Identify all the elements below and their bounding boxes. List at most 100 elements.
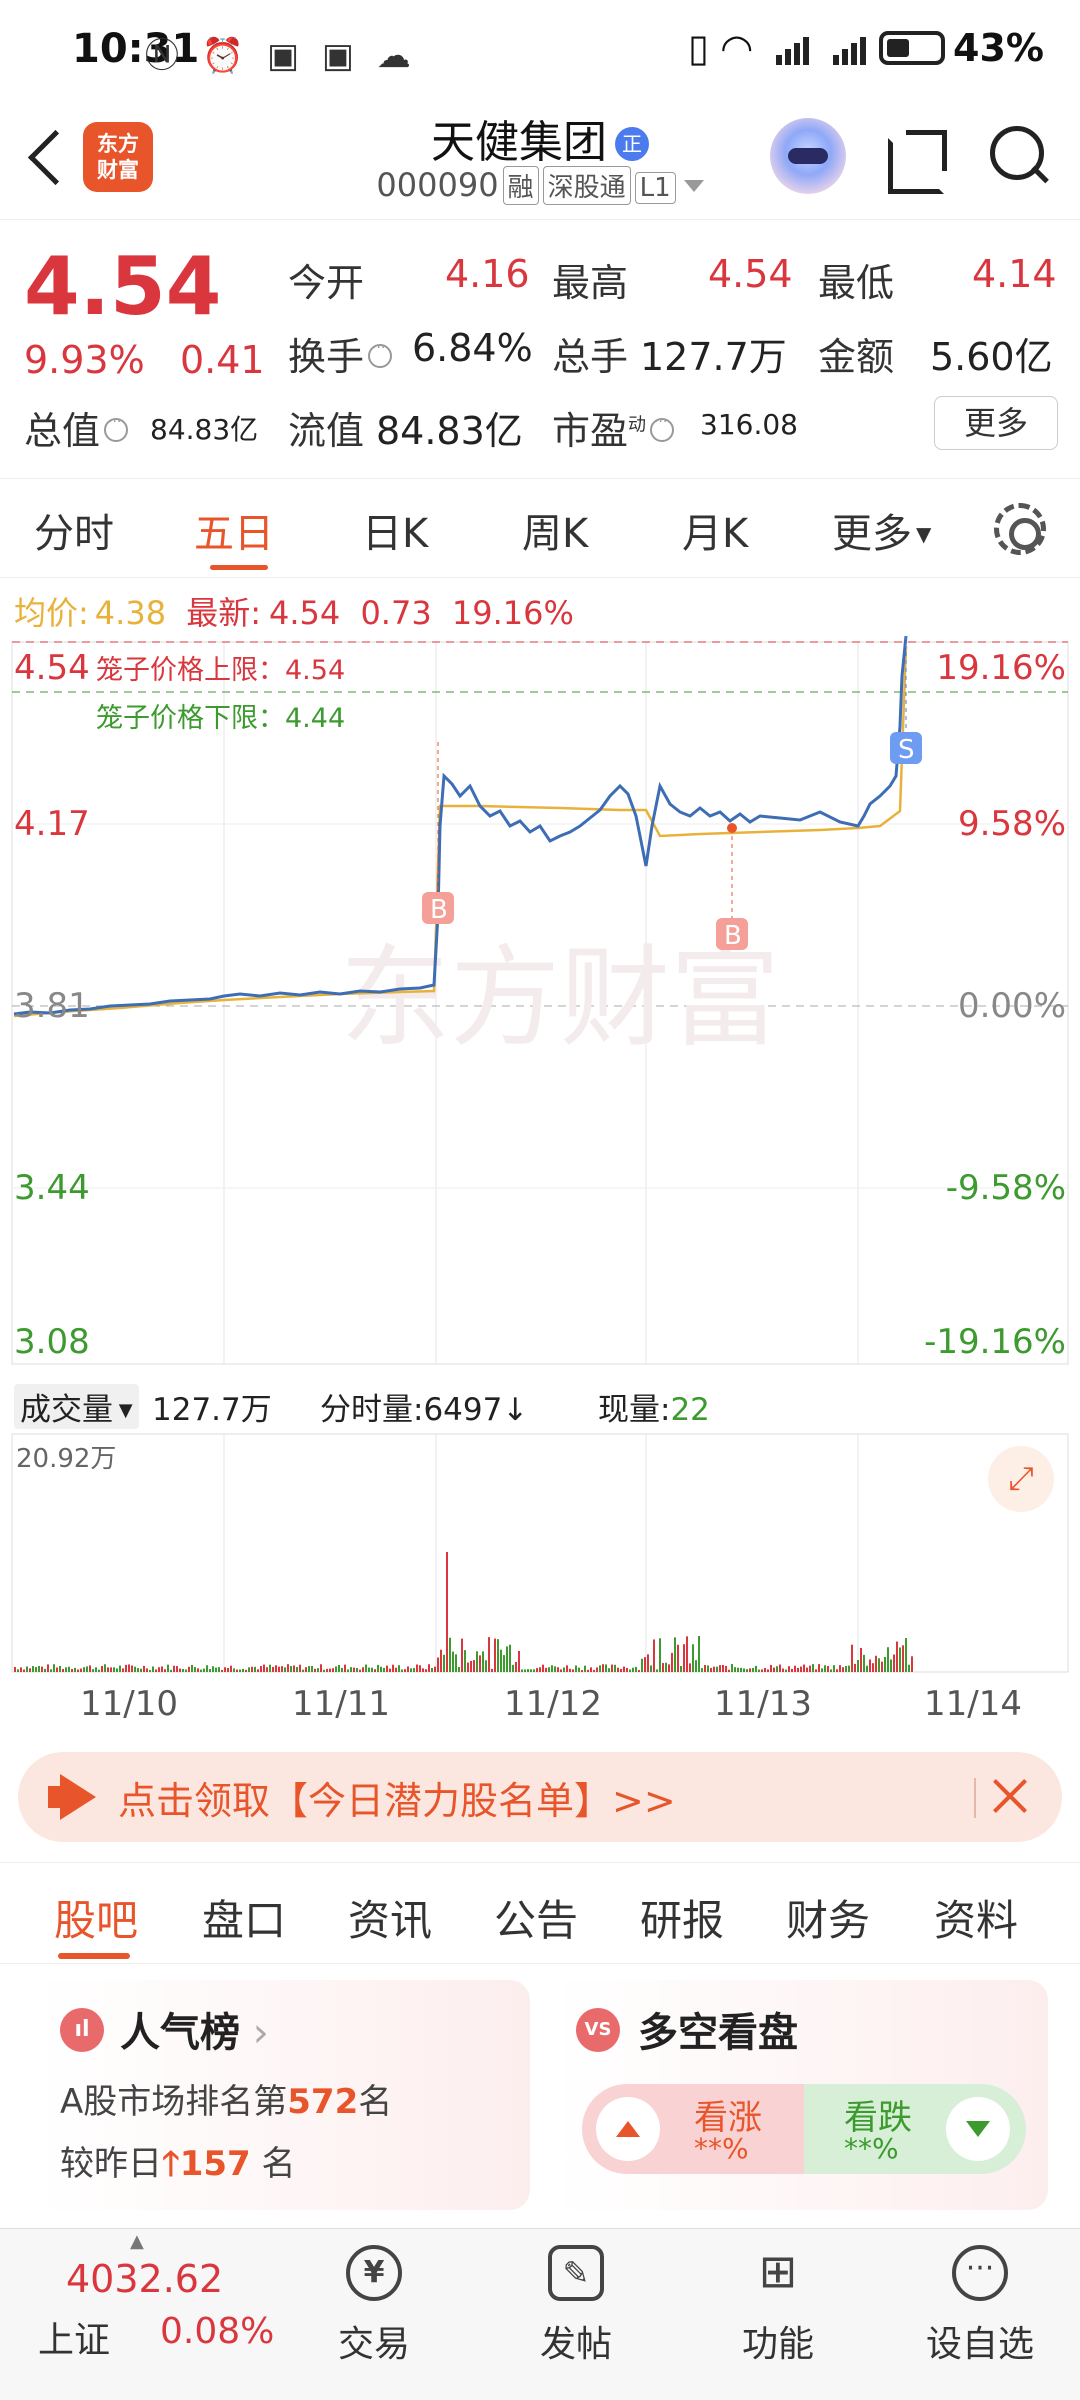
- volume-selector[interactable]: 成交量 ▼: [14, 1384, 139, 1429]
- volume-bar: [749, 1668, 751, 1672]
- nav-post[interactable]: ✎ 发帖: [516, 2245, 636, 2367]
- battery-level: 43%: [953, 26, 1044, 70]
- volume-bar: [218, 1667, 220, 1672]
- volume-bar: [410, 1668, 412, 1672]
- buy-marker[interactable]: B: [422, 742, 454, 925]
- tab-intraday[interactable]: 分时: [34, 501, 114, 559]
- volume-bar: [35, 1667, 37, 1672]
- assistant-robot-icon[interactable]: [770, 118, 846, 194]
- tab-weekly-k[interactable]: 周K: [522, 501, 588, 559]
- info-icon[interactable]: [104, 410, 129, 442]
- more-button[interactable]: 更多: [934, 396, 1058, 450]
- volume-bar: [212, 1666, 214, 1672]
- nav-functions[interactable]: ⊞ 功能: [718, 2245, 838, 2367]
- y-right-4: -9.58%: [945, 1168, 1066, 1208]
- volume-bar: [371, 1667, 373, 1672]
- volume-bar: [611, 1664, 613, 1672]
- volume-bar: [887, 1647, 889, 1672]
- volume-bar: [347, 1669, 349, 1672]
- volume-bar: [824, 1665, 826, 1672]
- amount-value: 5.60亿: [930, 335, 1053, 379]
- volume-bar: [140, 1668, 142, 1672]
- volume-bar: [488, 1637, 490, 1672]
- volume-bar: [638, 1669, 640, 1672]
- bear-button[interactable]: 看跌 **%: [804, 2084, 1026, 2174]
- sentiment-title: 多空看盘: [638, 2010, 798, 2056]
- banner-text[interactable]: 点击领取【今日潜力股名单】>>: [118, 1770, 676, 1825]
- volume-bar: [98, 1669, 100, 1672]
- volume-bar: [872, 1663, 874, 1672]
- index-value[interactable]: 4032.62: [66, 2257, 223, 2301]
- tab-five-day[interactable]: 五日: [194, 501, 274, 559]
- tab-research[interactable]: 研报: [640, 1887, 724, 1948]
- svg-text:S: S: [898, 735, 915, 765]
- caret-down-icon: ▼: [916, 522, 932, 546]
- price-chart[interactable]: 东方财富 B B S 4.54 笼子价格上限：4.54 笼子价格下限：4.44 …: [0, 635, 1080, 1372]
- volume-bar: [47, 1664, 49, 1672]
- volume-bar: [53, 1664, 55, 1672]
- nav-trade-label: 交易: [337, 2324, 410, 2365]
- tab-orderbook[interactable]: 盘口: [202, 1887, 286, 1948]
- share-icon[interactable]: [888, 128, 947, 194]
- caret-up-icon[interactable]: ▲: [130, 2231, 144, 2252]
- volume-bar: [110, 1667, 112, 1672]
- volume-bar: [95, 1667, 97, 1672]
- tab-monthly-k[interactable]: 月K: [682, 501, 748, 559]
- volume-bar: [788, 1666, 790, 1672]
- index-change[interactable]: 0.08%: [160, 2311, 274, 2352]
- index-name[interactable]: 上证: [38, 2311, 110, 2363]
- volume-label: 总手: [552, 335, 629, 379]
- chevron-down-icon: [683, 180, 704, 192]
- popularity-card[interactable]: ıl 人气榜 › A股市场排名第572名 较昨日🡑157 名: [36, 1980, 530, 2210]
- bull-button[interactable]: 看涨 **%: [582, 2084, 804, 2174]
- volume-bar: [827, 1666, 829, 1672]
- volume-chart[interactable]: 20.92万 ⤢: [0, 1430, 1080, 1676]
- volume-bar: [464, 1650, 466, 1672]
- info-icon[interactable]: [650, 410, 675, 442]
- search-icon[interactable]: [990, 126, 1050, 186]
- volume-bar: [701, 1668, 703, 1672]
- volume-bars: [14, 1552, 913, 1672]
- volume-value: 127.7万: [640, 335, 787, 379]
- level-tag: L1: [634, 172, 676, 204]
- bull-value: **%: [694, 2132, 749, 2165]
- volume-bar: [269, 1664, 271, 1672]
- volume-bar: [863, 1654, 865, 1672]
- tab-more[interactable]: 更多 ▼: [832, 501, 931, 559]
- y-right-top: 19.16%: [936, 648, 1066, 688]
- volume-bar: [338, 1665, 340, 1672]
- close-icon[interactable]: [988, 1774, 1032, 1818]
- volume-bar: [761, 1669, 763, 1672]
- tab-news[interactable]: 资讯: [348, 1887, 432, 1948]
- nav-trade[interactable]: ¥ 交易: [314, 2245, 434, 2367]
- volume-bar: [743, 1668, 745, 1672]
- tab-announcements[interactable]: 公告: [494, 1887, 578, 1948]
- volume-bar: [575, 1665, 577, 1672]
- sell-marker[interactable]: S: [890, 636, 922, 765]
- tab-profile[interactable]: 资料: [934, 1887, 1018, 1948]
- info-icon[interactable]: [368, 336, 393, 368]
- volume-bar: [815, 1669, 817, 1672]
- volume-bar: [323, 1669, 325, 1672]
- volume-bar: [44, 1668, 46, 1672]
- volume-bar: [839, 1665, 841, 1672]
- nav-watchlist[interactable]: ··· 设自选: [920, 2245, 1040, 2367]
- volume-bar: [224, 1667, 226, 1672]
- promo-banner[interactable]: 点击领取【今日潜力股名单】>>: [18, 1752, 1062, 1842]
- tab-daily-k[interactable]: 日K: [362, 501, 428, 559]
- volume-bar: [554, 1666, 556, 1672]
- tab-forum[interactable]: 股吧: [54, 1887, 138, 1948]
- volume-bar: [146, 1668, 148, 1672]
- volume-bar: [641, 1658, 643, 1672]
- gear-icon[interactable]: [994, 503, 1046, 555]
- volume-bar: [614, 1664, 616, 1672]
- tab-financials[interactable]: 财务: [786, 1887, 870, 1948]
- mktcap-value: 84.83亿: [150, 413, 259, 446]
- volume-bar: [329, 1668, 331, 1672]
- volume-bar: [365, 1664, 367, 1672]
- volume-bar: [740, 1667, 742, 1672]
- buy-marker[interactable]: B: [716, 823, 748, 951]
- low-label: 最低: [818, 261, 895, 305]
- expand-icon[interactable]: ⤢: [988, 1446, 1054, 1512]
- avg-line-info: 均价: 4.38 最新: 4.54 0.73 19.16%: [14, 594, 574, 632]
